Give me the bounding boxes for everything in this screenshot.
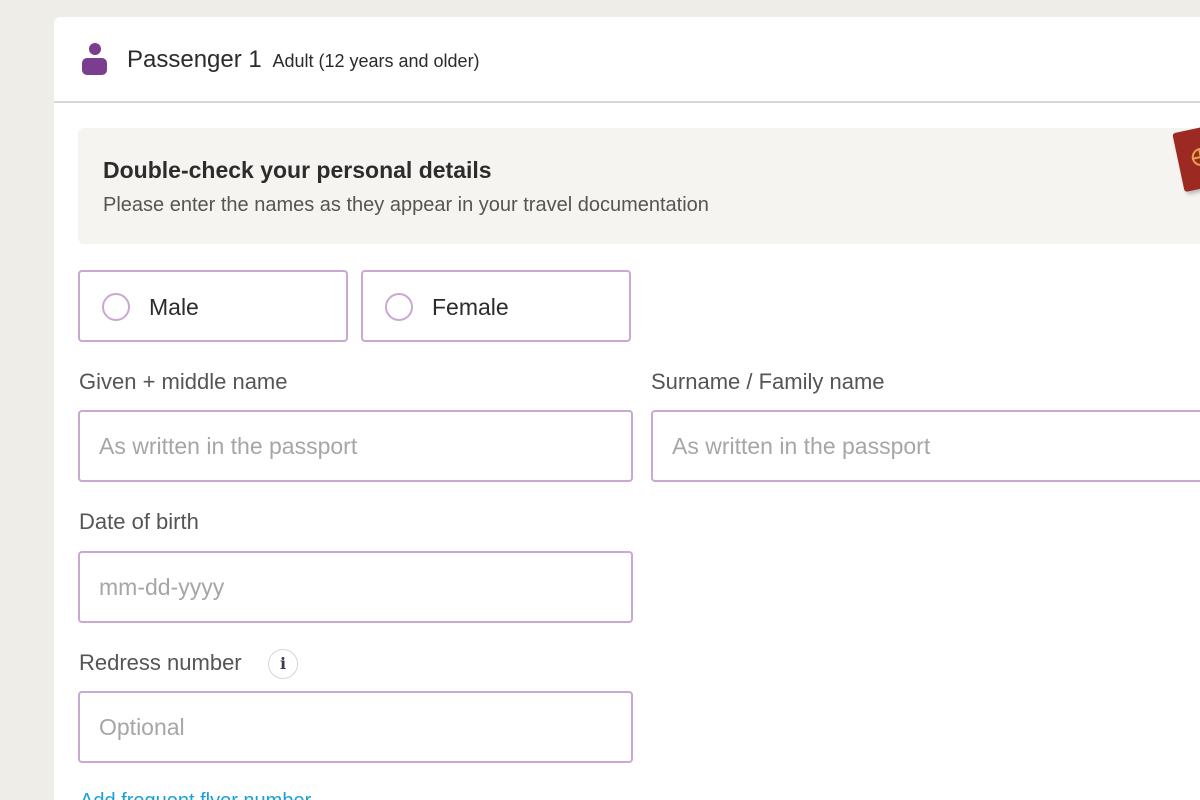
radio-circle-icon[interactable]: [385, 293, 413, 321]
passenger-title: Passenger 1: [127, 46, 262, 73]
passenger-header: Passenger 1 Adult (12 years and older): [54, 17, 1200, 103]
passport-icon: [1172, 123, 1200, 193]
given-name-input[interactable]: [78, 410, 633, 482]
radio-circle-icon[interactable]: [102, 293, 130, 321]
notice-text: Please enter the names as they appear in…: [103, 194, 709, 216]
personal-details-notice: Double-check your personal details Pleas…: [78, 123, 1200, 244]
add-frequent-flyer-link[interactable]: Add frequent flyer number: [80, 790, 311, 800]
surname-input[interactable]: [651, 410, 1200, 482]
passenger-heading: Passenger 1 Adult (12 years and older): [127, 46, 480, 74]
gender-option-female[interactable]: Female: [361, 270, 631, 342]
redress-number-input[interactable]: [78, 691, 633, 763]
passenger-subtitle: Adult (12 years and older): [272, 51, 480, 71]
passenger-card: Passenger 1 Adult (12 years and older) D…: [54, 17, 1200, 800]
gender-label-female: Female: [432, 294, 509, 320]
given-name-label: Given + middle name: [79, 369, 288, 394]
date-of-birth-label: Date of birth: [79, 509, 199, 534]
surname-label: Surname / Family name: [651, 369, 885, 394]
info-icon[interactable]: i: [268, 649, 298, 679]
gender-option-male[interactable]: Male: [78, 270, 348, 342]
notice-title: Double-check your personal details: [103, 157, 492, 183]
redress-number-label: Redress number: [79, 650, 242, 675]
gender-label-male: Male: [149, 294, 199, 320]
person-icon: [82, 43, 108, 75]
date-of-birth-input[interactable]: [78, 551, 633, 623]
